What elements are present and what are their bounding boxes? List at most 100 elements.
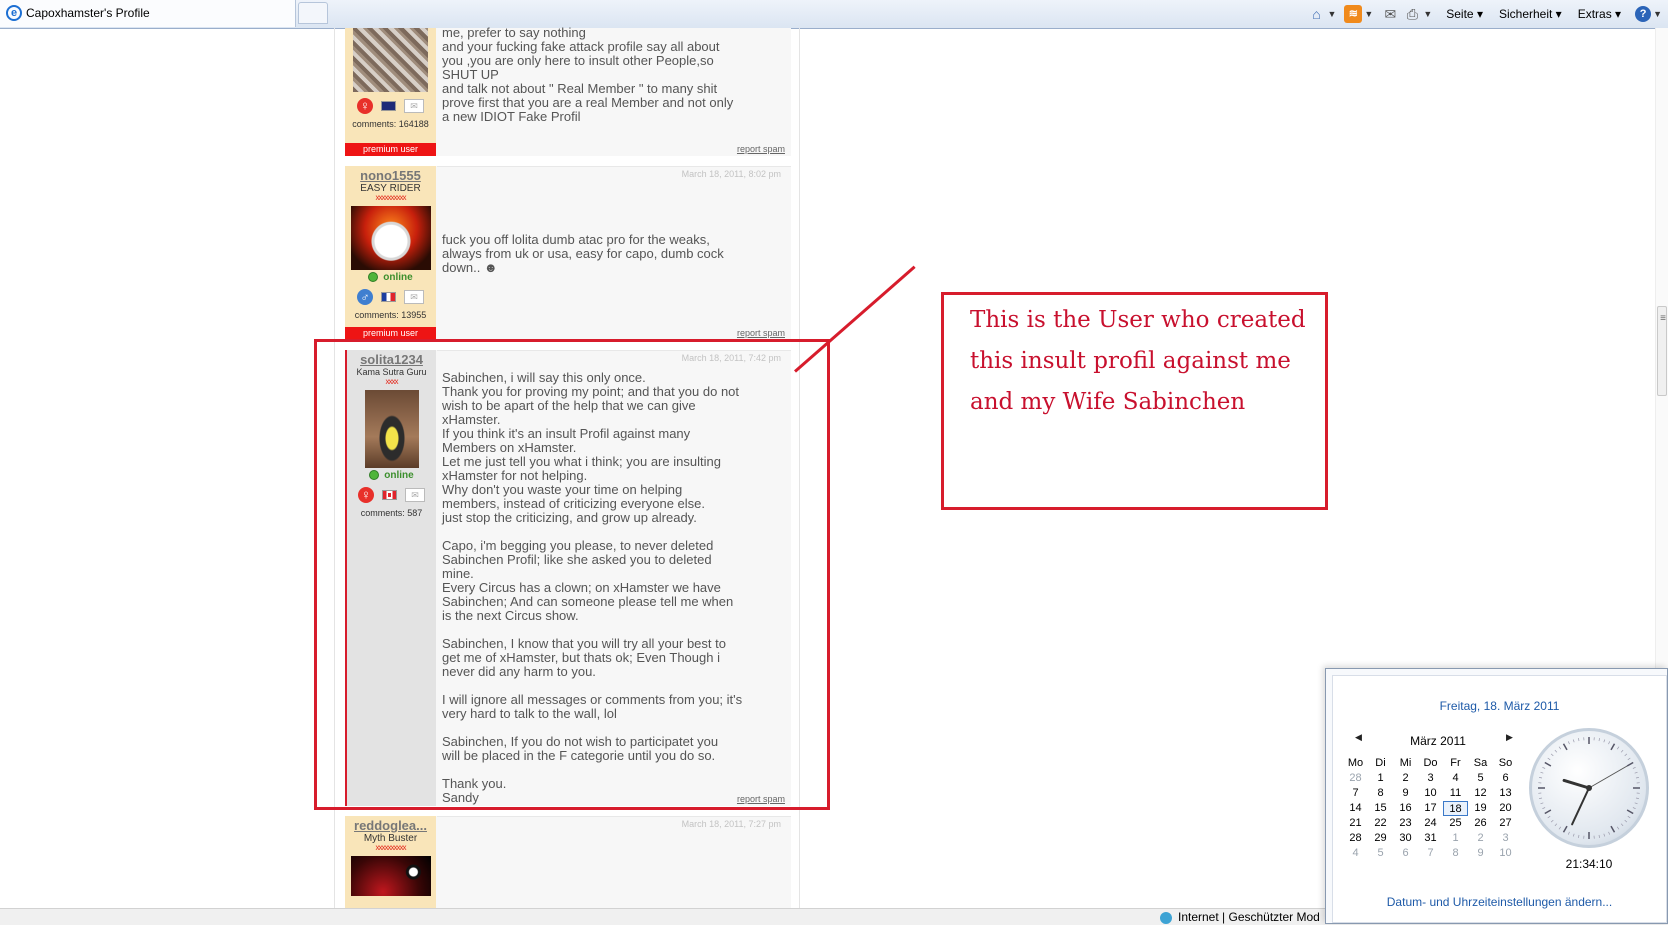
menu-sicherheit[interactable]: Sicherheit ▾: [1499, 7, 1562, 21]
calendar-day[interactable]: 19: [1468, 801, 1493, 816]
clock-tick: [1564, 826, 1568, 832]
calendar-day[interactable]: 9: [1393, 786, 1418, 801]
calendar-day[interactable]: 11: [1443, 786, 1468, 801]
chevron-down-icon[interactable]: ▼: [1327, 9, 1336, 19]
calendar-day[interactable]: 18: [1443, 801, 1468, 816]
calendar-day[interactable]: 13: [1493, 786, 1518, 801]
feeds-icon[interactable]: ≋: [1344, 5, 1362, 23]
next-month-icon[interactable]: ▶: [1506, 732, 1513, 743]
post-author-panel: nono1555 EASY RIDER xxxxxxxxxx online ♂ …: [345, 166, 436, 340]
chevron-down-icon[interactable]: ▼: [1364, 9, 1373, 19]
calendar-day[interactable]: 27: [1493, 816, 1518, 831]
home-icon[interactable]: ⌂: [1307, 5, 1325, 23]
clock-tick: [1611, 826, 1615, 832]
calendar-day[interactable]: 3: [1493, 831, 1518, 846]
calendar-day[interactable]: 23: [1393, 816, 1418, 831]
chevron-down-icon[interactable]: ▼: [1423, 9, 1432, 19]
report-spam-link[interactable]: report spam: [737, 328, 785, 338]
calendar-day[interactable]: 15: [1368, 801, 1393, 816]
report-spam-link[interactable]: report spam: [737, 144, 785, 154]
username-link[interactable]: reddoglea...: [345, 816, 436, 833]
calendar-day[interactable]: 22: [1368, 816, 1393, 831]
menu-extras[interactable]: Extras ▾: [1578, 7, 1621, 21]
username-link[interactable]: nono1555: [345, 166, 436, 183]
clock-tick: [1627, 763, 1633, 767]
clock-tick: [1541, 772, 1544, 773]
calendar-day[interactable]: 6: [1393, 846, 1418, 861]
calendar-month-title[interactable]: März 2011: [1373, 734, 1503, 748]
calendar-day[interactable]: 24: [1418, 816, 1443, 831]
send-message-icon[interactable]: ✉: [404, 290, 424, 304]
calendar-day[interactable]: 26: [1468, 816, 1493, 831]
menu-seite[interactable]: Seite ▾: [1446, 7, 1483, 21]
calendar-day[interactable]: 10: [1418, 786, 1443, 801]
calendar-day[interactable]: 9: [1468, 846, 1493, 861]
avatar[interactable]: [351, 856, 431, 896]
calendar-day[interactable]: 30: [1393, 831, 1418, 846]
calendar-day[interactable]: 4: [1343, 846, 1368, 861]
premium-badge: premium user: [345, 143, 436, 156]
chevron-down-icon[interactable]: ▼: [1653, 9, 1662, 19]
calendar-day[interactable]: 7: [1418, 846, 1443, 861]
calendar-day[interactable]: 28: [1343, 771, 1368, 786]
calendar-day[interactable]: 25: [1443, 816, 1468, 831]
calendar-day[interactable]: 31: [1418, 831, 1443, 846]
clock-tick: [1628, 816, 1631, 818]
new-tab-button[interactable]: [298, 2, 328, 24]
calendar-grid: MoDiMiDoFrSaSo28123456789101112131415161…: [1343, 756, 1519, 861]
long-date-link[interactable]: Freitag, 18. März 2011: [1333, 699, 1666, 713]
previous-month-icon[interactable]: ◀: [1355, 732, 1362, 743]
calendar-day[interactable]: 16: [1393, 801, 1418, 816]
calendar-day[interactable]: 5: [1468, 771, 1493, 786]
calendar-day[interactable]: 2: [1468, 831, 1493, 846]
clock-tick: [1559, 827, 1561, 830]
clock-tick: [1559, 747, 1561, 750]
read-mail-icon[interactable]: ✉: [1381, 5, 1399, 23]
avatar[interactable]: [353, 28, 428, 92]
browser-tab[interactable]: e Capoxhamster's Profile: [0, 0, 296, 27]
comment-post: ♀ ✉ comments: 164188 premium user me, pr…: [345, 28, 791, 156]
clock-tick: [1617, 827, 1619, 830]
calendar-day[interactable]: 17: [1418, 801, 1443, 816]
online-dot-icon: [368, 272, 378, 282]
calendar-day[interactable]: 3: [1418, 771, 1443, 786]
calendar-day[interactable]: 8: [1368, 786, 1393, 801]
clock-tick: [1627, 810, 1633, 814]
clock-tick: [1541, 803, 1544, 804]
calendar-day[interactable]: 14: [1343, 801, 1368, 816]
weekday-label: Mi: [1393, 756, 1418, 771]
calendar-day[interactable]: 2: [1393, 771, 1418, 786]
calendar-day[interactable]: 7: [1343, 786, 1368, 801]
calendar-day[interactable]: 4: [1443, 771, 1468, 786]
comment-text: me, prefer to say nothing and your fucki…: [442, 26, 733, 124]
clock-tick: [1542, 767, 1545, 768]
calendar-week-row: 21222324252627: [1343, 816, 1519, 831]
clock-tick: [1545, 810, 1551, 814]
calendar-week-row: 28123456: [1343, 771, 1519, 786]
avatar[interactable]: [351, 206, 431, 270]
calendar-week-row: 14151617181920: [1343, 801, 1519, 816]
calendar-day[interactable]: 20: [1493, 801, 1518, 816]
annotation-text: This is the User who created this insult…: [970, 300, 1320, 423]
calendar-day[interactable]: 8: [1443, 846, 1468, 861]
clock-tick: [1633, 808, 1636, 809]
browser-tab-bar: e Capoxhamster's Profile ⌂ ▼ ≋ ▼ ✉ ⎙ ▼ S…: [0, 0, 1668, 29]
date-time-settings-link[interactable]: Datum- und Uhrzeiteinstellungen ändern..…: [1333, 895, 1666, 909]
calendar-day[interactable]: 6: [1493, 771, 1518, 786]
calendar-day[interactable]: 21: [1343, 816, 1368, 831]
calendar-day[interactable]: 1: [1443, 831, 1468, 846]
calendar-day[interactable]: 29: [1368, 831, 1393, 846]
calendar-week-row: 78910111213: [1343, 786, 1519, 801]
post-author-panel: reddoglea... Myth Buster xxxxxxxxxx: [345, 816, 436, 908]
print-icon[interactable]: ⎙: [1403, 5, 1421, 23]
calendar-day[interactable]: 28: [1343, 831, 1368, 846]
clock-tick: [1625, 820, 1627, 822]
help-icon[interactable]: ?: [1635, 6, 1651, 22]
calendar-day[interactable]: 1: [1368, 771, 1393, 786]
clock-tick: [1578, 738, 1579, 741]
calendar-day[interactable]: 5: [1368, 846, 1393, 861]
send-message-icon[interactable]: ✉: [404, 99, 424, 113]
calendar-day[interactable]: 10: [1493, 846, 1518, 861]
security-zone[interactable]: Internet | Geschützter Mod: [1160, 909, 1320, 925]
calendar-day[interactable]: 12: [1468, 786, 1493, 801]
